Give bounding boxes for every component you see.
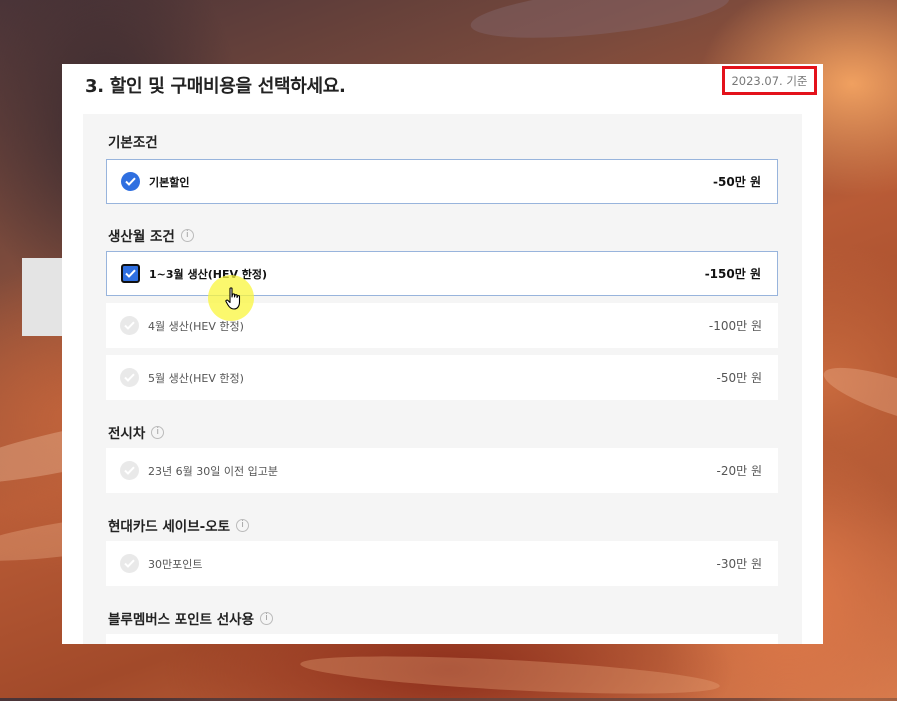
option-label: 5월 생산(HEV 한정): [148, 371, 244, 385]
option-price: -20만 원: [716, 464, 763, 478]
option-card-points[interactable]: 30만포인트 -30만 원: [106, 541, 778, 586]
checkmark-icon: [120, 461, 139, 480]
option-price: -50만 원: [713, 175, 761, 189]
option-price: -30만 원: [716, 557, 763, 571]
option-display-car[interactable]: 23년 6월 30일 이전 입고분 -20만 원: [106, 448, 778, 493]
info-icon[interactable]: i: [260, 611, 274, 625]
background-stripe: [468, 0, 732, 48]
checkmark-icon: [121, 172, 140, 191]
option-production-apr[interactable]: 4월 생산(HEV 한정) -100만 원: [106, 303, 778, 348]
info-icon[interactable]: i: [236, 518, 250, 532]
section-title: 블루멤버스 포인트 선사용: [108, 612, 255, 628]
page-title: 3. 할인 및 구매비용을 선택하세요.: [85, 76, 346, 97]
option-label: 30만포인트: [148, 557, 203, 571]
checkmark-icon: [120, 554, 139, 573]
section-hyundai-card-save-auto: 현대카드 세이브-오토 i: [108, 515, 250, 535]
info-icon[interactable]: i: [151, 425, 165, 439]
discount-panel: 3. 할인 및 구매비용을 선택하세요. 2023.07. 기준 기본조건 기본…: [62, 64, 823, 644]
option-production-jan-mar[interactable]: 1~3월 생산(HEV 한정) -150만 원: [106, 251, 778, 296]
option-bluemembers-partial[interactable]: [106, 634, 778, 644]
section-title: 생산월 조건: [108, 229, 175, 245]
option-production-may[interactable]: 5월 생산(HEV 한정) -50만 원: [106, 355, 778, 400]
section-title: 현대카드 세이브-오토: [108, 519, 231, 535]
option-price: -100만 원: [708, 319, 762, 333]
option-price: -50만 원: [716, 371, 763, 385]
option-price: -150만 원: [704, 267, 761, 281]
background-stripe: [818, 356, 897, 440]
section-title: 전시차: [108, 426, 146, 442]
option-label: 기본할인: [149, 175, 190, 189]
checkmark-icon: [120, 368, 139, 387]
checkbox-checked-icon: [121, 264, 140, 283]
section-bluemembers-points: 블루멤버스 포인트 선사용 i: [108, 608, 274, 628]
checkmark-icon: [120, 316, 139, 335]
background-stripe: [299, 649, 721, 701]
info-icon[interactable]: i: [180, 228, 194, 242]
date-badge: 2023.07. 기준: [722, 66, 817, 95]
option-basic-discount[interactable]: 기본할인 -50만 원: [106, 159, 778, 204]
section-production-month: 생산월 조건 i: [108, 225, 194, 245]
hand-pointer-icon: [225, 287, 241, 310]
options-area: 기본조건 기본할인 -50만 원 생산월 조건 i 1~3월 생산(HEV 한정…: [83, 114, 802, 644]
section-basic-conditions: 기본조건: [108, 131, 158, 151]
section-display-car: 전시차 i: [108, 422, 165, 442]
option-label: 23년 6월 30일 이전 입고분: [148, 464, 278, 478]
section-title: 기본조건: [108, 135, 158, 151]
